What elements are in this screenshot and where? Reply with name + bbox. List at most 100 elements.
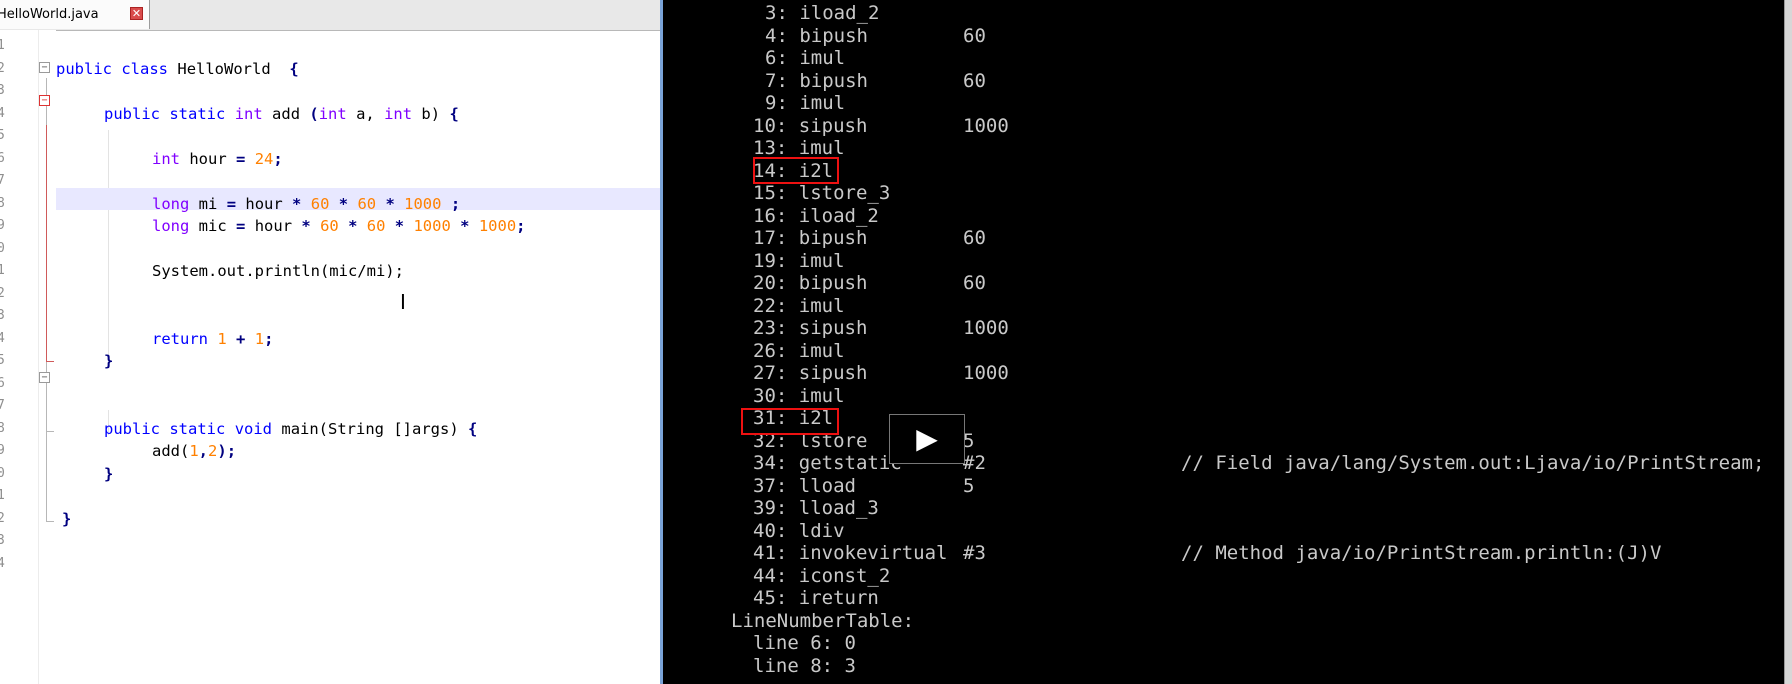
line-number: 7: [0, 398, 5, 413]
line-number: 6: [0, 375, 5, 391]
bytecode-line: LineNumberTable:: [731, 610, 914, 633]
bytecode-op: 22: imul: [753, 294, 845, 317]
code-editor[interactable]: HelloWorld.java ✕ 1 2 3 4 5 6 7 8 9 0 1 2 3 4 5 6 7 8 9 0 1 2…: [0, 0, 660, 684]
bytecode-comment: // Field java/lang/System.out:Ljava/io/P…: [1181, 452, 1765, 474]
line-number: 9: [0, 443, 5, 458]
bytecode-comment: // Method java/io/PrintStream.println:(J…: [1181, 542, 1662, 564]
line-number: 1: [0, 263, 5, 278]
code-line-11: System.out.println(mic/mi);: [152, 262, 404, 280]
line-number-gutter: 1 2 3 4 5 6 7 8 9 0 1 2 3 4 5 6 7 8 9 0 1 2 3 4: [0, 30, 56, 684]
fold-minus-icon[interactable]: −: [39, 372, 50, 383]
code-line-20: }: [104, 464, 114, 483]
line-number: 0: [0, 240, 5, 256]
bytecode-line: 30: imul: [753, 385, 845, 408]
bytecode-op: 37: lload: [753, 474, 856, 497]
line-number: 1: [0, 488, 5, 503]
line-number: 2: [0, 285, 5, 301]
line-number: 4: [0, 105, 5, 121]
bytecode-op: 3: iload_2: [765, 2, 880, 24]
bytecode-arg: 60: [963, 272, 986, 294]
bytecode-arg: #3: [963, 542, 986, 564]
bytecode-op: 9: imul: [765, 92, 846, 114]
line-number: 3: [0, 308, 5, 323]
code-line-2: public class HelloWorld {: [56, 59, 299, 78]
bytecode-console[interactable]: 3: iload_2 4: bipush 60 6: imul 7: bipush 60 9…: [660, 0, 1792, 684]
fold-minus-icon[interactable]: −: [39, 95, 50, 106]
bytecode-line: 22: imul: [753, 295, 845, 318]
play-button[interactable]: ▶: [889, 414, 965, 464]
bytecode-op: 7: bipush: [765, 69, 868, 92]
line-number: 3: [0, 533, 5, 548]
bytecode-line: line 8: 3: [753, 655, 856, 678]
bytecode-line: 23: sipush 1000: [753, 317, 1009, 340]
code-line-22: }: [62, 509, 72, 528]
line-number: 4: [0, 555, 5, 571]
line-number: 6: [0, 150, 5, 166]
fold-end-tick: [46, 521, 54, 522]
bytecode-line: line 6: 0: [753, 632, 856, 655]
bytecode-op: 23: sipush: [753, 317, 868, 339]
file-tab[interactable]: HelloWorld.java ✕: [0, 0, 150, 29]
bytecode-op: line 6: 0: [753, 632, 856, 654]
console-output: 3: iload_2 4: bipush 60 6: imul 7: bipush 60 9…: [663, 0, 1792, 684]
code-area[interactable]: public class HelloWorld { public static …: [56, 30, 660, 684]
bytecode-arg: 1000: [963, 317, 1009, 339]
bytecode-arg: 1000: [963, 362, 1009, 384]
bytecode-line: 20: bipush 60: [753, 272, 986, 295]
gutter-divider: [38, 30, 39, 684]
bytecode-line: 3: iload_2: [765, 2, 879, 25]
bytecode-line: 10: sipush 1000: [753, 114, 1009, 138]
bytecode-op: 16: iload_2: [753, 204, 879, 227]
tab-bar: HelloWorld.java ✕: [0, 0, 660, 31]
fold-end-tick: [46, 361, 54, 362]
bytecode-op: 30: imul: [753, 384, 845, 407]
bytecode-line: 19: imul: [753, 250, 845, 273]
bytecode-op: 6: imul: [765, 47, 846, 69]
bytecode-line: 39: lload_3: [753, 497, 879, 520]
code-line-6: int hour = 24;: [152, 149, 283, 168]
bytecode-op: LineNumberTable:: [731, 609, 915, 632]
bytecode-op: line 8: 3: [753, 654, 856, 677]
bytecode-op: 10: sipush: [753, 114, 868, 137]
bytecode-op: 44: iconst_2: [753, 564, 891, 587]
bytecode-op: 4: bipush: [765, 24, 868, 47]
fold-minus-icon[interactable]: −: [39, 62, 50, 73]
bytecode-line: 16: iload_2: [753, 205, 879, 228]
line-number: 5: [0, 353, 5, 368]
console-scrollbar[interactable]: [1784, 0, 1792, 684]
bytecode-line: 27: sipush 1000: [753, 362, 1009, 385]
code-line-4: public static int add (int a, int b) {: [104, 104, 459, 123]
fold-line-active: [46, 125, 47, 361]
line-number: 4: [0, 330, 5, 346]
bytecode-line: 34: getstatic #2 // Field java/lang/System…: [753, 452, 1764, 475]
bytecode-line: 37: lload 5: [753, 474, 974, 498]
bytecode-op: 41: invokevirtual: [753, 542, 948, 564]
bytecode-arg: 5: [963, 474, 975, 497]
bytecode-arg: 1000: [963, 114, 1009, 137]
file-tab-label: HelloWorld.java: [0, 7, 99, 22]
text-cursor-icon: I: [400, 290, 406, 314]
line-number: 0: [0, 465, 5, 481]
code-line-9: long mic = hour * 60 * 60 * 1000 * 1000;: [152, 217, 526, 235]
bytecode-op: 19: imul: [753, 249, 845, 272]
bytecode-op: 20: bipush: [753, 272, 868, 294]
close-icon[interactable]: ✕: [130, 7, 143, 20]
bytecode-line: 41: invokevirtual #3 // Method java/io/Pri…: [753, 542, 1661, 565]
bytecode-op: 26: imul: [753, 339, 845, 362]
line-number: 8: [0, 195, 5, 211]
bytecode-op: 45: ireturn: [753, 587, 879, 609]
bytecode-arg: #2: [963, 452, 986, 474]
bytecode-op: 15: lstore_3: [753, 182, 891, 204]
bytecode-op: 34: getstatic: [753, 452, 902, 474]
line-number: 5: [0, 128, 5, 143]
bytecode-line: 40: ldiv: [753, 520, 845, 543]
bytecode-line: 4: bipush 60: [765, 24, 986, 48]
code-line-15: }: [104, 352, 114, 370]
bytecode-line: 15: lstore_3: [753, 182, 890, 205]
bytecode-line: 6: imul: [765, 47, 845, 70]
code-line-14: return 1 + 1;: [152, 329, 274, 348]
bytecode-op: 27: sipush: [753, 362, 868, 384]
bytecode-op: 17: bipush: [753, 227, 868, 249]
bytecode-line: 17: bipush 60: [753, 227, 986, 250]
bytecode-op: 40: ldiv: [753, 519, 845, 542]
